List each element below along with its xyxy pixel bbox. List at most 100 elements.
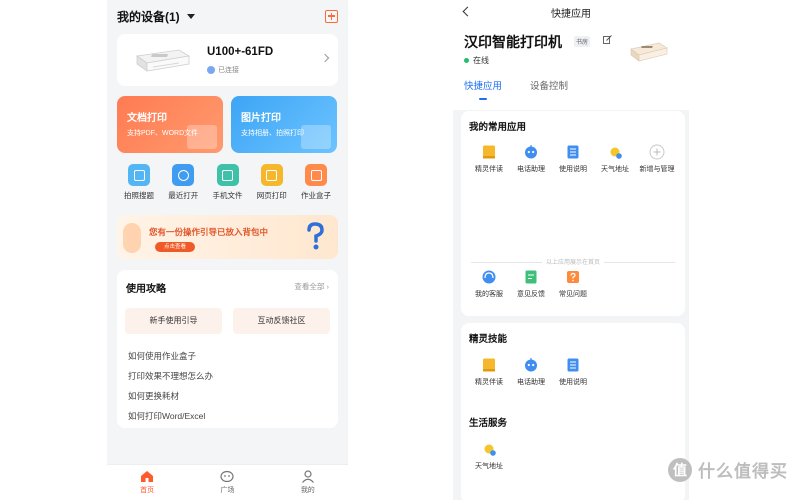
device-header: 汉印智能打印机 书房 在线 快捷应用 设备控制 <box>453 24 689 110</box>
online-label: 在线 <box>473 56 489 65</box>
watermark-logo: 值 <box>668 457 692 482</box>
app-label: 新增与管理 <box>639 166 675 173</box>
app-weather[interactable]: 天气地址 <box>468 441 510 471</box>
usage-guide-card: 使用攻略 查看全部 › 新手使用引导 互动反馈社区 如何使用作业盒子 打印效果不… <box>117 270 338 428</box>
app-label: 精灵伴读 <box>475 379 503 386</box>
tab-device-control[interactable]: 设备控制 <box>530 78 568 100</box>
bluetooth-icon <box>207 66 215 74</box>
beginner-guide-button[interactable]: 新手使用引导 <box>125 308 222 334</box>
quick-action-label: 网页打印 <box>256 191 287 200</box>
app-companion-reading[interactable]: 精灵伴读 <box>468 144 510 174</box>
skills-card: 精灵技能 精灵伴读 电话助理 使用说明 生活服务 天气地址 <box>461 323 685 500</box>
device-selector-label: 我的设备(1) <box>117 9 180 24</box>
add-manage-icon <box>649 144 665 160</box>
app-phone-assistant[interactable]: 电话助理 <box>510 357 552 387</box>
extra-apps-row: 我的客服 意见反馈 常见问题 <box>468 269 594 299</box>
my-apps-row: 精灵伴读 电话助理 使用说明 天气地址 新增与管理 <box>468 144 678 174</box>
quick-action-web-print[interactable]: 网页打印 <box>250 164 294 201</box>
app-phone-assistant[interactable]: 电话助理 <box>510 144 552 174</box>
guide-banner[interactable]: 您有一份操作引导已放入背包中 点击查看 <box>117 215 338 259</box>
app-customer-service[interactable]: 我的客服 <box>468 269 510 299</box>
home-icon <box>141 471 154 482</box>
app-label: 我的客服 <box>475 291 503 298</box>
nav-bar: 快捷应用 <box>453 0 689 24</box>
clock-icon <box>172 164 195 186</box>
guide-list-item[interactable]: 如何使用作业盒子 <box>128 346 213 366</box>
photo-print-tile[interactable]: 图片打印 支持相册、拍照打印 <box>231 96 337 153</box>
tab-label: 我的 <box>300 487 315 494</box>
caret-down-icon <box>186 13 195 19</box>
document-illustration-icon <box>187 125 217 149</box>
folder-icon <box>216 164 239 186</box>
camera-icon <box>128 164 150 186</box>
banner-text: 您有一份操作引导已放入背包中 <box>149 227 269 237</box>
app-weather[interactable]: 天气地址 <box>594 144 636 174</box>
device-card[interactable]: U100+-61FD 已连接 <box>117 34 338 86</box>
app-feedback[interactable]: 意见反馈 <box>510 269 552 299</box>
robot-icon <box>525 145 537 159</box>
home-header: 我的设备(1) <box>117 6 338 26</box>
device-name: U100+-61FD <box>207 46 274 58</box>
quick-action-label: 拍照搜题 <box>124 191 154 200</box>
quick-action-photo-search[interactable]: 拍照搜题 <box>117 164 161 201</box>
feedback-community-button[interactable]: 互动反馈社区 <box>233 308 330 334</box>
tab-profile[interactable]: 我的 <box>278 470 338 495</box>
life-services-row: 天气地址 <box>468 441 510 471</box>
manual-icon <box>567 145 579 159</box>
guide-list-item[interactable]: 如何更换耗材 <box>128 386 213 406</box>
app-label: 使用说明 <box>559 166 587 173</box>
quick-action-homework-box[interactable]: 作业盒子 <box>294 164 338 201</box>
app-label: 天气地址 <box>475 463 503 470</box>
edit-icon[interactable] <box>603 35 612 44</box>
banner-view-button[interactable]: 点击查看 <box>155 242 195 252</box>
tile-title: 图片打印 <box>241 113 281 124</box>
add-device-icon[interactable] <box>325 9 338 23</box>
weather-icon <box>610 147 622 159</box>
manual-icon <box>567 358 579 372</box>
online-status: 在线 <box>464 55 489 66</box>
app-manual[interactable]: 使用说明 <box>552 144 594 174</box>
quick-action-label: 作业盒子 <box>301 191 331 200</box>
app-label: 使用说明 <box>559 379 587 386</box>
question-mark-illustration-icon <box>307 222 324 250</box>
device-selector[interactable]: 我的设备(1) <box>117 8 195 25</box>
app-faq[interactable]: 常见问题 <box>552 269 594 299</box>
tile-title: 文档打印 <box>127 113 167 124</box>
my-apps-card: 我的常用应用 精灵伴读 电话助理 使用说明 天气地址 新增与管理 以上应用展示在… <box>461 111 685 316</box>
tab-home[interactable]: 首页 <box>117 470 177 495</box>
quick-actions: 拍照搜题 最近打开 手机文件 网页打印 作业盒子 <box>117 164 338 201</box>
web-icon <box>260 164 283 186</box>
chevron-right-icon <box>320 53 330 63</box>
app-label: 精灵伴读 <box>475 166 503 173</box>
device-status: 已连接 <box>207 65 239 75</box>
quick-apps-screen: 快捷应用 汉印智能打印机 书房 在线 快捷应用 设备控制 我的常用应用 精灵伴读… <box>453 0 689 500</box>
quick-action-recent[interactable]: 最近打开 <box>161 164 205 201</box>
site-watermark: 值 什么值得买 <box>668 457 788 482</box>
guide-buttons: 新手使用引导 互动反馈社区 <box>125 308 330 334</box>
photo-illustration-icon <box>301 125 331 149</box>
tab-square[interactable]: 广场 <box>197 470 257 495</box>
app-manual[interactable]: 使用说明 <box>552 357 594 387</box>
document-print-tile[interactable]: 文档打印 支持PDF、WORD文件 <box>117 96 223 153</box>
guide-list-item[interactable]: 打印效果不理想怎么办 <box>128 366 213 386</box>
see-all-label: 查看全部 <box>294 282 325 291</box>
see-all-link[interactable]: 查看全部 › <box>294 281 329 292</box>
tile-subtitle: 支持相册、拍照打印 <box>241 130 304 137</box>
section-title: 生活服务 <box>469 418 508 429</box>
quick-action-phone-files[interactable]: 手机文件 <box>206 164 250 201</box>
app-label: 电话助理 <box>517 166 545 173</box>
feedback-icon <box>525 270 537 284</box>
tab-quick-apps[interactable]: 快捷应用 <box>464 78 502 100</box>
app-label: 常见问题 <box>559 291 587 298</box>
guide-list-item[interactable]: 如何打印Word/Excel <box>128 406 213 426</box>
quick-action-label: 最近打开 <box>168 191 199 200</box>
section-title: 我的常用应用 <box>469 122 527 133</box>
printer-image <box>135 49 191 72</box>
guide-list: 如何使用作业盒子 打印效果不理想怎么办 如何更换耗材 如何打印Word/Exce… <box>128 346 213 426</box>
app-add-manage[interactable]: 新增与管理 <box>636 144 678 174</box>
guide-title: 使用攻略 <box>126 284 166 295</box>
section-title: 精灵技能 <box>469 334 508 345</box>
weather-icon <box>484 444 496 456</box>
app-companion-reading[interactable]: 精灵伴读 <box>468 357 510 387</box>
bottom-tab-bar: 首页 广场 我的 <box>107 464 348 500</box>
